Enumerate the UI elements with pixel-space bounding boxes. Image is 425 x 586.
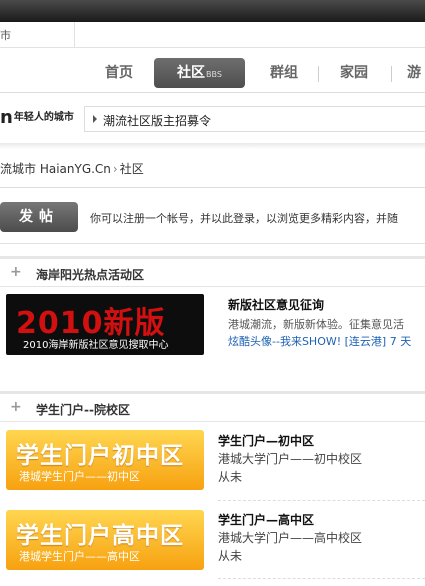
forum-name[interactable]: 学生门户—高中区 [218, 511, 362, 529]
header-shadow [0, 143, 425, 149]
section-title[interactable]: 海岸阳光热点活动区 [36, 266, 144, 283]
forum-banner-2010[interactable]: 2010新版 2010海岸新版社区意见搜取中心 [6, 294, 204, 355]
divider [0, 243, 425, 244]
expand-plus-icon[interactable]: + [10, 265, 22, 279]
nav-item-home[interactable]: 首页 [88, 58, 150, 88]
forum-title-text[interactable]: 新版社区意见征询 [228, 298, 324, 312]
forum-desc: 港城大学门户——初中校区 [218, 452, 363, 466]
site-logo[interactable]: n年轻人的城市 [0, 107, 74, 128]
forum-title[interactable]: 新版社区意见征询 [228, 296, 324, 313]
forum-info-junior: 学生门户—初中区 港城大学门户——初中校区 从未 [218, 432, 362, 486]
notice-text[interactable]: 潮流社区版主招募令 [103, 112, 211, 129]
nav-item-home-space[interactable]: 家园 [324, 58, 384, 88]
forum-last-post: 从未 [218, 549, 243, 563]
banner-headline: 学生门户高中区 [16, 523, 184, 549]
new-post-button[interactable]: 发帖 [0, 202, 78, 232]
breadcrumb-current: 社区 [119, 162, 144, 176]
breadcrumb-site[interactable]: 流城市 HaianYG.Cn [0, 162, 111, 176]
divider [0, 286, 425, 287]
section-header-hot[interactable]: + 海岸阳光热点活动区 [0, 256, 425, 286]
breadcrumb-separator: › [112, 162, 118, 176]
divider [0, 421, 425, 422]
nav-item-games[interactable]: 游 [400, 58, 425, 88]
sub-toolbar: 市 [0, 22, 425, 48]
nav-item-community-sub: BBS [206, 70, 222, 79]
register-tip: 你可以注册一个帐号，并以此登录，以浏览更多精彩内容，并随 [90, 212, 398, 225]
top-black-bar [0, 0, 425, 22]
divider [0, 187, 425, 188]
toolbar-divider [74, 22, 75, 48]
forum-latest-links[interactable]: 炫酷头像--我来SHOW! [连云港] 7 天 [228, 333, 411, 349]
banner-caption: 港城学生门户——初中区 [19, 470, 140, 483]
nav-divider [391, 66, 392, 82]
forum-desc: 港城大学门户——高中校区 [218, 531, 363, 545]
triangle-right-icon [93, 115, 97, 123]
row-divider [218, 578, 425, 579]
banner-caption: 港城学生门户——高中区 [19, 550, 140, 563]
nav-underline [0, 92, 425, 93]
row-divider [218, 500, 425, 501]
forum-banner-senior[interactable]: 学生门户高中区 港城学生门户——高中区 [6, 510, 204, 570]
breadcrumb: 流城市 HaianYG.Cn › 社区 [0, 160, 144, 177]
forum-banner-junior[interactable]: 学生门户初中区 港城学生门户——初中区 [6, 430, 204, 490]
forum-last-post: 从未 [218, 470, 243, 484]
expand-plus-icon[interactable]: + [10, 400, 22, 414]
forum-info-senior: 学生门户—高中区 港城大学门户——高中校区 从未 [218, 511, 362, 565]
logo-letter: n [0, 107, 13, 128]
nav-item-community[interactable]: 社区BBS [154, 58, 245, 88]
banner-headline: 学生门户初中区 [16, 443, 184, 469]
notice-bar[interactable]: 潮流社区版主招募令 [84, 106, 425, 132]
section-title[interactable]: 学生门户--院校区 [36, 401, 130, 418]
forum-name[interactable]: 学生门户—初中区 [218, 432, 362, 450]
nav-item-groups[interactable]: 群组 [255, 58, 313, 88]
forum-desc: 港城潮流，新版新体验。征集意见活 [228, 316, 404, 332]
latest-link-text[interactable]: 炫酷头像--我来SHOW! [连云港] 7 天 [228, 335, 411, 348]
city-label[interactable]: 市 [0, 27, 11, 43]
forum-desc-text: 港城潮流，新版新体验。征集意见活 [228, 318, 404, 331]
section-header-school[interactable]: + 学生门户--院校区 [0, 391, 425, 421]
nav-divider [318, 66, 319, 82]
site-header: n年轻人的城市 首页 社区BBS 群组 家园 游 潮流社区版主招募令 [0, 48, 425, 148]
logo-slogan: 年轻人的城市 [13, 112, 74, 123]
banner-caption: 2010海岸新版社区意见搜取中心 [23, 340, 169, 351]
nav-item-community-label: 社区 [177, 65, 206, 81]
